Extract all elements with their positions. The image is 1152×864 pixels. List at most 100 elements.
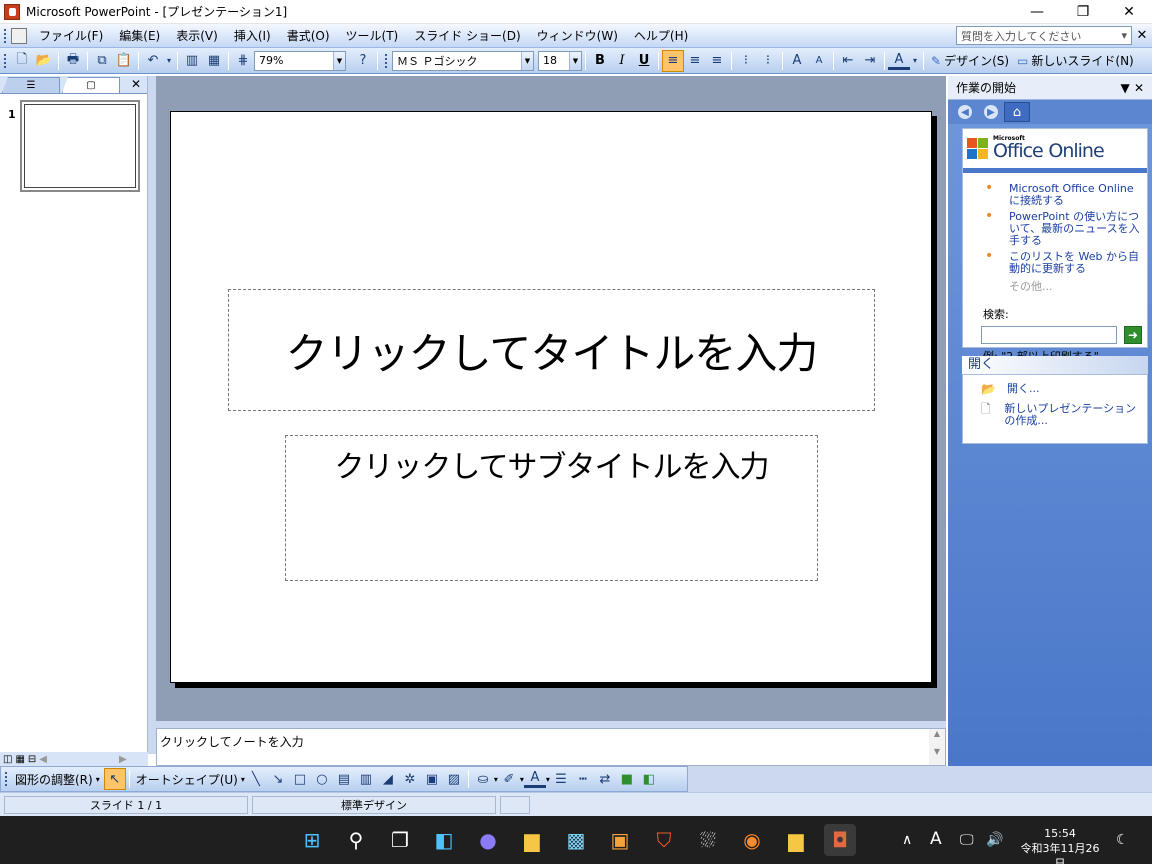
line-style-icon[interactable]: ☰ (550, 768, 572, 790)
document-close-button[interactable]: ✕ (1132, 28, 1152, 43)
notes-scrollbar[interactable]: ▲ ▼ (929, 729, 945, 765)
slideshow-view-icon[interactable]: ⊟ (28, 754, 36, 765)
insert-table-icon[interactable]: ▦ (203, 50, 225, 72)
paste-icon[interactable]: 📋 (113, 50, 135, 72)
link-connect-office-online[interactable]: Microsoft Office Online に接続する (985, 182, 1147, 207)
picture-icon[interactable]: ▨ (443, 768, 465, 790)
app-icon[interactable]: ▣ (604, 824, 636, 856)
copy-icon[interactable]: ⧉ (91, 50, 113, 72)
normal-view-icon[interactable]: ◫ (3, 754, 12, 765)
menu-help[interactable]: ヘルプ(H) (626, 25, 696, 47)
powerpoint-taskbar-icon[interactable]: ◘ (824, 824, 856, 856)
menu-view[interactable]: 表示(V) (168, 25, 226, 47)
shadow-icon[interactable]: ■ (616, 768, 638, 790)
forward-icon[interactable]: ▶ (978, 102, 1004, 122)
widgets-icon[interactable]: ◧ (428, 824, 460, 856)
align-right-icon[interactable]: ≡ (706, 50, 728, 72)
chevron-up-icon[interactable]: ∧ (902, 832, 912, 848)
print-icon[interactable]: 🖶 (62, 50, 84, 72)
chevron-down-icon[interactable]: ▾ (164, 50, 174, 72)
menu-file[interactable]: ファイル(F) (31, 25, 111, 47)
chevron-down-icon[interactable]: ▾ (910, 50, 920, 72)
slide-sorter-view-icon[interactable]: ▦ (15, 754, 24, 765)
clipart-icon[interactable]: ▣ (421, 768, 443, 790)
font-select[interactable]: ＭＳ Ｐゴシック ▼ (392, 50, 534, 71)
rectangle-icon[interactable]: □ (289, 768, 311, 790)
notes-pane[interactable]: クリックしてノートを入力 ▲ ▼ (156, 728, 946, 766)
search-go-button[interactable]: ➜ (1124, 326, 1142, 344)
maximize-button[interactable]: ❐ (1060, 0, 1106, 24)
new-document-icon[interactable]: 🗋 (11, 50, 33, 72)
link-auto-update-list[interactable]: このリストを Web から自動的に更新する (985, 250, 1147, 275)
notification-icon[interactable]: ☾ (1116, 832, 1129, 848)
link-powerpoint-news[interactable]: PowerPoint の使い方について、最新のニュースを入手する (985, 210, 1147, 247)
textbox-icon[interactable]: ▤ (333, 768, 355, 790)
menu-edit[interactable]: 編集(E) (111, 25, 168, 47)
toolbar-grip[interactable] (384, 52, 388, 69)
search-icon[interactable]: ⚲ (340, 824, 372, 856)
title-placeholder[interactable]: クリックしてタイトルを入力 (228, 289, 875, 411)
ime-indicator[interactable]: A (930, 829, 942, 849)
scroll-left-icon[interactable]: ◀ (39, 754, 47, 765)
file-explorer-icon[interactable]: ▆ (516, 824, 548, 856)
task-view-icon[interactable]: ❐ (384, 824, 416, 856)
tab-outline[interactable]: ☰ (2, 77, 60, 93)
menu-format[interactable]: 書式(O) (279, 25, 338, 47)
bold-button[interactable]: B (589, 50, 611, 72)
underline-button[interactable]: U (633, 50, 655, 72)
firefox-icon[interactable]: ◉ (736, 824, 768, 856)
slide-canvas[interactable]: クリックしてタイトルを入力 クリックしてサブタイトルを入力 (170, 111, 932, 683)
panel-splitter[interactable] (148, 76, 156, 754)
increase-indent-icon[interactable]: ⇥ (859, 50, 881, 72)
subtitle-placeholder[interactable]: クリックしてサブタイトルを入力 (285, 435, 818, 581)
wordart-icon[interactable]: ◢ (377, 768, 399, 790)
help-icon[interactable]: ? (352, 50, 374, 72)
menu-slideshow[interactable]: スライド ショー(D) (406, 25, 528, 47)
menu-window[interactable]: ウィンドウ(W) (529, 25, 626, 47)
select-pointer-icon[interactable]: ↖ (103, 768, 126, 790)
menu-tools[interactable]: ツール(T) (338, 25, 407, 47)
align-left-icon[interactable]: ≡ (662, 49, 684, 72)
volume-icon[interactable]: 🔊 (986, 832, 1003, 848)
folder-search-icon[interactable]: ▆ (780, 824, 812, 856)
help-question-input[interactable]: 質問を入力してください ▾ (956, 26, 1132, 45)
open-file-link[interactable]: 📂 開く... (963, 383, 1147, 396)
task-pane-controls[interactable]: ▼ ✕ (1121, 81, 1144, 95)
chevron-down-icon[interactable]: ▼ (333, 51, 345, 70)
bullet-list-icon[interactable]: ⁝ (757, 50, 779, 72)
zoom-select[interactable]: 79% ▼ (254, 50, 346, 71)
notes-placeholder[interactable]: クリックしてノートを入力 (157, 729, 945, 754)
panel-close-button[interactable]: ✕ (131, 77, 141, 91)
toolbar-grip[interactable] (3, 52, 7, 69)
slide-thumbnail[interactable] (20, 100, 140, 192)
fill-color-icon[interactable]: ⛀ (472, 768, 494, 790)
chevron-down-icon[interactable]: ▼ (569, 51, 581, 70)
chevron-down-icon[interactable]: ▾ (96, 775, 100, 784)
network-icon[interactable]: 🖵 (960, 832, 974, 848)
task-pane-title[interactable]: 作業の開始 (956, 79, 1016, 96)
scroll-right-icon[interactable]: ▶ (119, 754, 127, 765)
document-menu-icon[interactable] (11, 27, 27, 44)
line-icon[interactable]: ╲ (245, 768, 267, 790)
new-presentation-link[interactable]: 🗋 新しいプレゼンテーションの作成... (963, 403, 1147, 427)
decrease-font-icon[interactable]: A (808, 50, 830, 72)
powerpoint-app-icon[interactable] (4, 3, 20, 20)
home-icon[interactable]: ⌂ (1004, 102, 1030, 122)
design-button[interactable]: ✎ デザイン(S) (927, 50, 1013, 72)
tab-slides[interactable]: ▢ (62, 77, 120, 93)
dash-style-icon[interactable]: ┅ (572, 768, 594, 790)
new-slide-button[interactable]: ▭ 新しいスライド(N) (1013, 50, 1138, 72)
search-input[interactable] (981, 326, 1117, 344)
line-color-icon[interactable]: ✐ (498, 768, 520, 790)
arrow-style-icon[interactable]: ⇄ (594, 768, 616, 790)
menu-grip[interactable] (3, 27, 7, 44)
chat-icon[interactable]: ● (472, 824, 504, 856)
menu-insert[interactable]: 挿入(I) (226, 25, 279, 47)
vertical-textbox-icon[interactable]: ▥ (355, 768, 377, 790)
numbered-list-icon[interactable]: ⁝ (735, 50, 757, 72)
back-icon[interactable]: ◀ (952, 102, 978, 122)
diagram-icon[interactable]: ✲ (399, 768, 421, 790)
link-more[interactable]: その他... (963, 278, 1147, 294)
increase-font-icon[interactable]: A (786, 50, 808, 72)
chevron-down-icon[interactable]: ▼ (521, 51, 533, 70)
